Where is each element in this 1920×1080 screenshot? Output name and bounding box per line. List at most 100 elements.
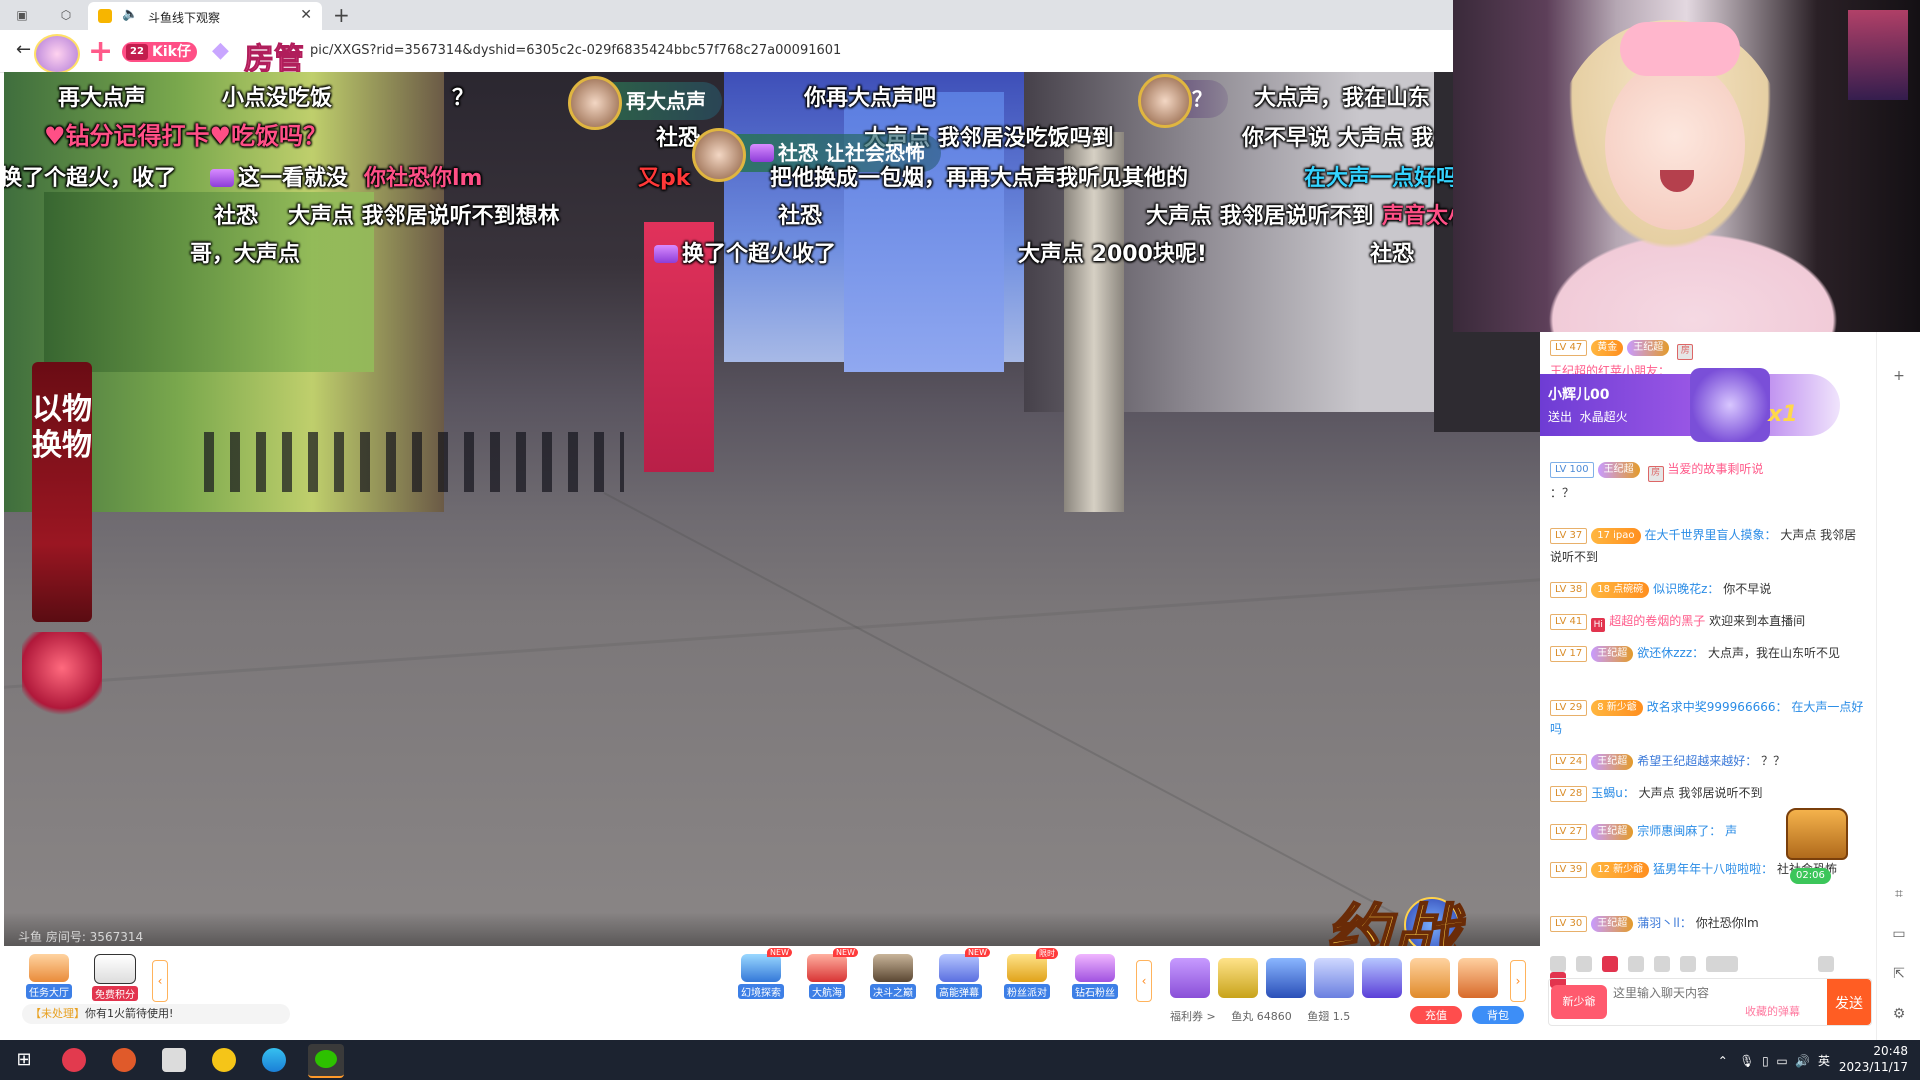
- chat-input[interactable]: [1611, 983, 1805, 1003]
- chat-message: LV 38 18 点碗碗 似识晚花z： 你不早说: [1550, 578, 1868, 600]
- douyu-app-icon[interactable]: [112, 1048, 136, 1072]
- fan-badge-selector[interactable]: 新少爺: [1551, 985, 1607, 1019]
- plus-icon: +: [88, 34, 114, 69]
- chevron-left-icon[interactable]: ‹: [152, 960, 168, 1002]
- gift-slot-icon[interactable]: [1218, 958, 1258, 998]
- edge-icon[interactable]: [262, 1048, 286, 1072]
- gift-sender: 小辉儿00: [1548, 387, 1610, 403]
- plus-icon[interactable]: +: [1891, 368, 1907, 384]
- shield-icon[interactable]: [1680, 956, 1696, 972]
- rocket-icon[interactable]: [1266, 958, 1306, 998]
- gift-slot-icon[interactable]: [1362, 958, 1402, 998]
- chat-nick[interactable]: 似识晚花z：: [1653, 582, 1719, 596]
- close-tab-icon[interactable]: ✕: [300, 7, 312, 23]
- backpack-button[interactable]: 背包: [1472, 1006, 1524, 1024]
- speaker-icon[interactable]: 🔈: [122, 7, 138, 22]
- speaker-icon[interactable]: [1576, 956, 1592, 972]
- chevron-up-icon[interactable]: ⌃: [1718, 1054, 1728, 1068]
- high-energy-icon[interactable]: [1706, 956, 1738, 972]
- feature-label: 高能弹幕: [936, 984, 982, 999]
- volume-icon[interactable]: 🔊: [1795, 1054, 1810, 1068]
- feature-button[interactable]: 决斗之巅: [866, 954, 920, 999]
- stage-shade: [4, 912, 1540, 946]
- video-player[interactable]: 以物换物 约战 斗鱼 房间号: 3567314 再大点声 小点没吃饭 ？ 再大点…: [4, 72, 1540, 946]
- chat-text: ：？: [1550, 486, 1575, 500]
- active-tab[interactable]: 🔈 斗鱼线下观察 ✕: [88, 2, 322, 30]
- chat-nick[interactable]: 宗师惠闽麻了：: [1637, 824, 1721, 838]
- clock[interactable]: 20:48 2023/11/17: [1839, 1043, 1908, 1075]
- chat-list[interactable]: LV 47 黄金 王纪超房 王纪超的红苹小朋友： 小辉儿00 送出 水晶超火 x1 …: [1540, 332, 1872, 944]
- danmaku: 社恐: [214, 204, 259, 229]
- windows-start-icon[interactable]: ⊞: [12, 1048, 36, 1072]
- danmaku-pill: 再大点声: [568, 76, 722, 130]
- level-badge: LV 41: [1550, 614, 1588, 630]
- chest-timer: 02:06: [1790, 868, 1831, 884]
- gift-slot-icon[interactable]: [1314, 958, 1354, 998]
- obs-icon[interactable]: [212, 1048, 236, 1072]
- chat-message: LV 24 王纪超 希望王纪超越来越好： ？？: [1550, 750, 1868, 772]
- chevron-right-icon[interactable]: ›: [1510, 960, 1526, 1002]
- chevron-icon[interactable]: ‹: [1136, 960, 1152, 1002]
- feature-button[interactable]: 大航海 NEW: [800, 948, 858, 999]
- mic-icon[interactable]: 🎙: [1739, 1054, 1754, 1068]
- input-method-icon[interactable]: 英: [1818, 1054, 1830, 1068]
- feature-label: 幻境探索: [738, 984, 784, 999]
- fan-badge-icon: [654, 245, 678, 263]
- level-badge: LV 27: [1550, 824, 1588, 840]
- sidebar-toggle-icon[interactable]: ▭: [1891, 926, 1907, 942]
- network-icon[interactable]: ▭: [1776, 1054, 1787, 1068]
- filter-icon[interactable]: [1628, 956, 1644, 972]
- chat-nick[interactable]: 当爱的故事剩听说: [1667, 462, 1763, 476]
- side-event-banner[interactable]: 以物换物: [32, 362, 92, 622]
- gear-icon[interactable]: ⚙: [1891, 1006, 1907, 1022]
- gift-slot-icon[interactable]: [1410, 958, 1450, 998]
- chat-nick[interactable]: 猛男年年十八啦啦啦：: [1653, 862, 1773, 876]
- emoji-icon[interactable]: [1550, 956, 1566, 972]
- task-hall-button[interactable]: 任务大厅: [22, 954, 76, 999]
- app-icon[interactable]: [162, 1048, 186, 1072]
- netease-music-icon[interactable]: [62, 1048, 86, 1072]
- window-menu-icon[interactable]: ▣: [14, 7, 30, 23]
- chat-nick[interactable]: 玉蝎u：: [1591, 786, 1635, 800]
- clear-icon[interactable]: [1818, 956, 1834, 972]
- saved-danmu-link[interactable]: 收藏的弹幕: [1745, 1003, 1800, 1019]
- gift-slot-icon[interactable]: [1458, 958, 1498, 998]
- send-button[interactable]: 发送: [1827, 979, 1871, 1025]
- chat-nick[interactable]: 蒲羽丶ll：: [1637, 916, 1692, 930]
- share-icon[interactable]: ⇱: [1891, 966, 1907, 982]
- feature-button[interactable]: 幻境探索 NEW: [734, 948, 792, 999]
- poster: [1848, 10, 1908, 100]
- new-tab-button[interactable]: +: [333, 3, 350, 27]
- rocket-notice[interactable]: 【未处理】你有1火箭待使用!: [22, 1004, 290, 1024]
- event-logo[interactable]: 约战: [1323, 882, 1460, 946]
- feature-button[interactable]: 钻石粉丝: [1068, 954, 1122, 999]
- recharge-button[interactable]: 充值: [1410, 1006, 1462, 1024]
- welfare-link[interactable]: 福利券 >: [1170, 1010, 1216, 1023]
- treasure-chest-icon[interactable]: [1786, 808, 1848, 860]
- screenshot-icon[interactable]: ⌗: [1891, 886, 1907, 902]
- chat-nick[interactable]: 在大千世界里盲人摸象：: [1645, 528, 1777, 542]
- chat-message: LV 37 17 ipao 在大千世界里盲人摸象： 大声点 我邻居说听不到: [1550, 524, 1868, 568]
- streamer-face: [1605, 60, 1745, 230]
- gift-slot-icon[interactable]: [1170, 958, 1210, 998]
- fan-badge-icon: [210, 169, 234, 187]
- chat-nick[interactable]: 超超的卷烟的黑子: [1609, 614, 1705, 628]
- feature-button[interactable]: 粉丝派对 限时: [1000, 948, 1058, 999]
- pinned-tab-icon[interactable]: ⬡: [58, 7, 74, 23]
- chat-nick[interactable]: 欲还休zzz：: [1637, 646, 1704, 660]
- wechat-icon[interactable]: [308, 1044, 344, 1078]
- battery-icon[interactable]: ▯: [1762, 1054, 1769, 1068]
- floor-seam: [4, 578, 1540, 689]
- gift-count: x1: [1768, 402, 1798, 427]
- back-arrow-icon[interactable]: ←: [16, 39, 31, 60]
- level-icon[interactable]: [1602, 956, 1618, 972]
- danmaku: ♥钻分记得打卡♥吃饭吗？: [44, 122, 328, 150]
- url-field[interactable]: pic/XXGS?rid=3567314&dyshid=6305c2c-029f…: [310, 43, 841, 58]
- chat-nick[interactable]: 希望王纪超越来越好：: [1637, 754, 1757, 768]
- wallet-status: 福利券 > 鱼丸 64860 鱼翅 1.5: [1170, 1008, 1362, 1024]
- danmaku: 你社恐你lm: [364, 166, 483, 191]
- free-points-button[interactable]: 免费积分: [88, 954, 142, 1001]
- feature-button[interactable]: 高能弹幕 NEW: [932, 948, 990, 999]
- fan-icon[interactable]: [1654, 956, 1670, 972]
- chat-nick[interactable]: 改名求中奖999966666：: [1647, 700, 1788, 714]
